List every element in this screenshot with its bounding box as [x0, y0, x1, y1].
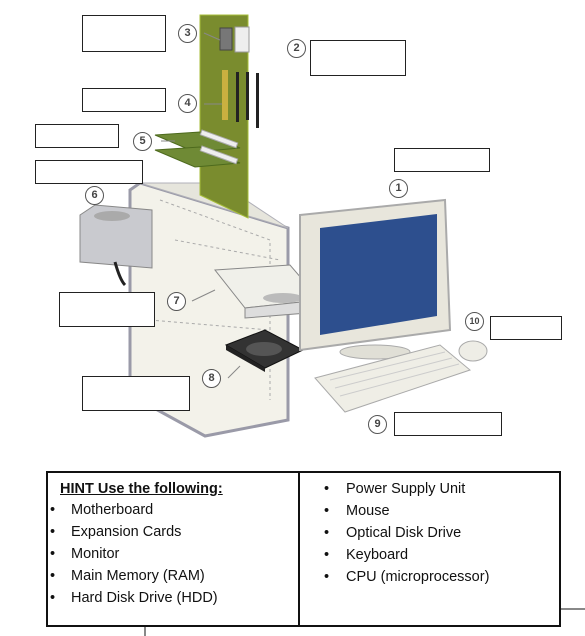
hint-item: Power Supply Unit: [310, 478, 489, 500]
ram-slot: [236, 72, 239, 122]
hint-item: Optical Disk Drive: [310, 522, 489, 544]
label-box-2[interactable]: [310, 40, 406, 76]
hint-item: Monitor: [48, 543, 288, 565]
hint-right-column: Power Supply Unit Mouse Optical Disk Dri…: [300, 473, 499, 625]
hint-left-column: HINT Use the following: Motherboard Expa…: [48, 473, 300, 625]
hint-item: CPU (microprocessor): [310, 566, 489, 588]
label-box-cpu[interactable]: [82, 15, 166, 52]
label-box-hdd[interactable]: [82, 376, 190, 411]
hint-item: Mouse: [310, 500, 489, 522]
cpu-chip: [219, 27, 233, 51]
hint-item: Main Memory (RAM): [48, 565, 288, 587]
label-box-optical[interactable]: [59, 292, 155, 327]
label-box-expansion-2[interactable]: [35, 160, 143, 184]
hint-item: Hard Disk Drive (HDD): [48, 587, 288, 609]
monitor-screen: [320, 214, 437, 335]
hint-title: HINT Use the following:: [60, 481, 223, 497]
callout-5: 5: [133, 132, 152, 151]
hint-item: Motherboard: [48, 499, 288, 521]
hint-item: Expansion Cards: [48, 521, 288, 543]
callout-1: 1: [389, 179, 408, 198]
hint-item: Keyboard: [310, 544, 489, 566]
hint-box: HINT Use the following: Motherboard Expa…: [46, 471, 561, 627]
callout-8: 8: [202, 369, 221, 388]
callout-3: 3: [178, 24, 197, 43]
callout-6: 6: [85, 186, 104, 205]
label-box-keyboard[interactable]: [394, 412, 502, 436]
callout-10: 10: [465, 312, 484, 331]
label-box-expansion-1[interactable]: [35, 124, 119, 148]
callout-9: 9: [368, 415, 387, 434]
label-box-mouse[interactable]: [490, 316, 562, 340]
mouse: [458, 340, 488, 362]
callout-4: 4: [178, 94, 197, 113]
label-box-ram[interactable]: [82, 88, 166, 112]
callout-2: 2: [287, 39, 306, 58]
callout-7: 7: [167, 292, 186, 311]
label-box-monitor[interactable]: [394, 148, 490, 172]
